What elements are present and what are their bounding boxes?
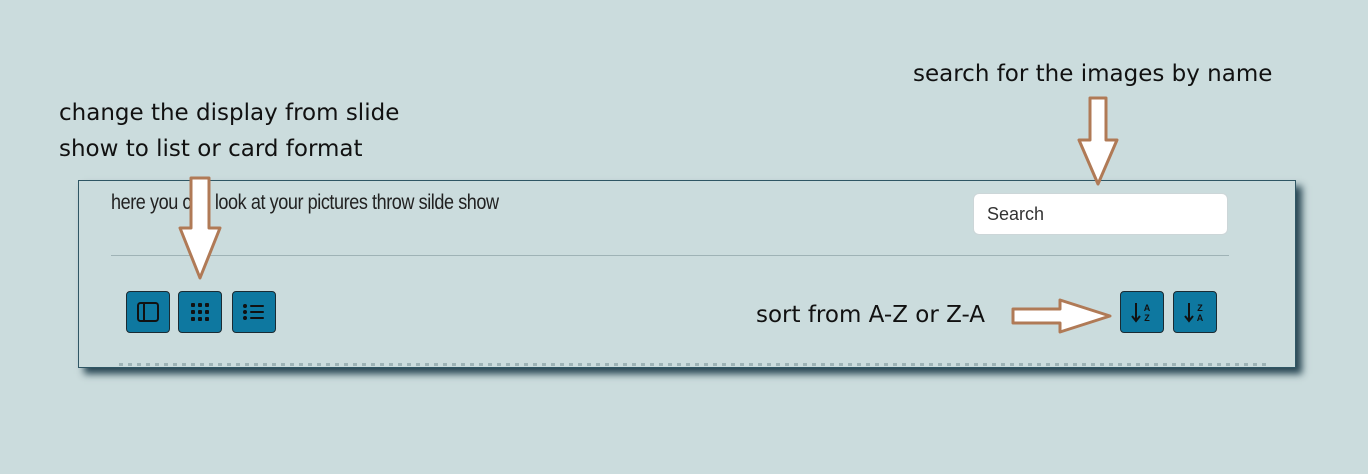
sort-annotation: sort from A-Z or Z-A <box>756 302 985 328</box>
display-annotation: change the display from slide show to li… <box>59 95 399 167</box>
card-grid-icon <box>191 303 209 321</box>
svg-text:Z: Z <box>1144 313 1150 323</box>
divider <box>111 255 1229 256</box>
gallery-panel: here you can look at your pictures throw… <box>78 180 1296 368</box>
sort-z-a-icon: Z A <box>1184 303 1204 323</box>
svg-text:A: A <box>1197 313 1204 323</box>
card-view-button[interactable] <box>178 291 222 333</box>
search-annotation: search for the images by name <box>913 61 1273 87</box>
down-arrow-icon <box>1077 96 1119 186</box>
list-view-button[interactable] <box>232 291 276 333</box>
list-view-icon <box>243 304 264 320</box>
display-annotation-line1: change the display from slide <box>59 100 400 126</box>
svg-text:A: A <box>1144 303 1151 313</box>
slide-view-button[interactable] <box>126 291 170 333</box>
slide-view-icon <box>137 302 159 322</box>
sort-z-a-button[interactable]: Z A <box>1173 291 1217 333</box>
cut-off-content-strip <box>119 363 1269 366</box>
sort-a-z-icon: A Z <box>1131 303 1151 323</box>
display-annotation-line2: show to list or card format <box>59 136 363 162</box>
panel-title: here you can look at your pictures throw… <box>111 191 499 214</box>
svg-text:Z: Z <box>1197 303 1203 313</box>
search-input[interactable] <box>973 193 1228 235</box>
sort-a-z-button[interactable]: A Z <box>1120 291 1164 333</box>
